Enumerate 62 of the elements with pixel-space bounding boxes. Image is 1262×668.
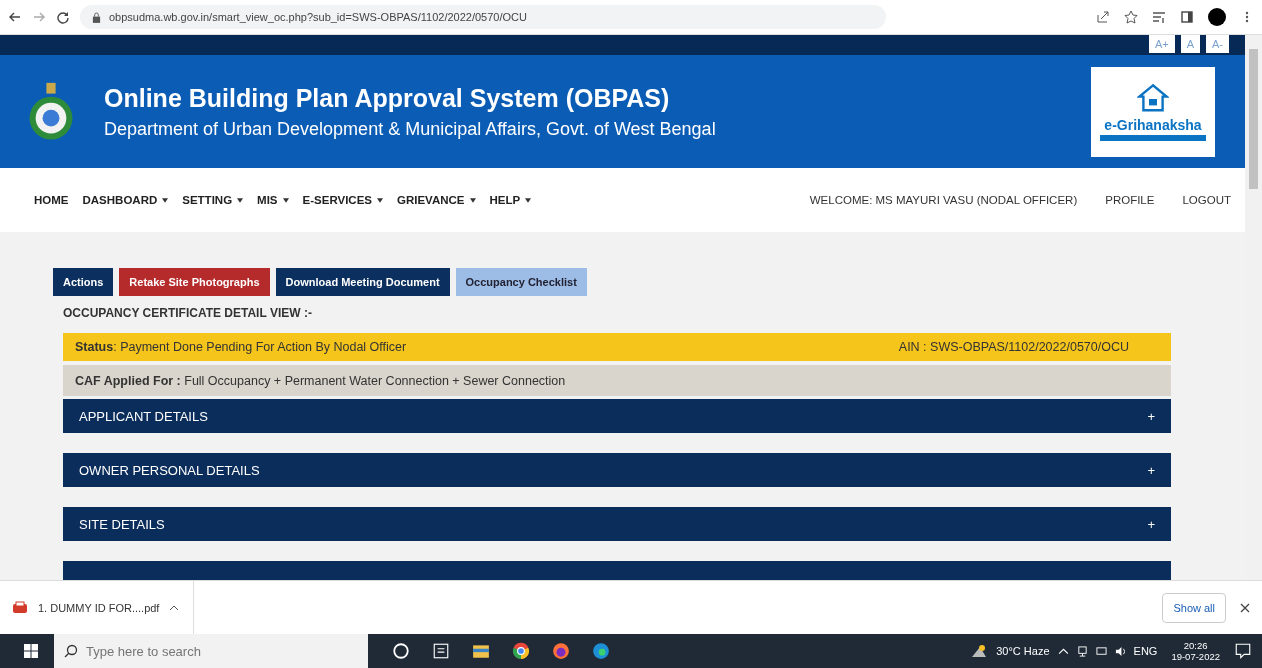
- site-subtitle: Department of Urban Development & Municipal Affairs, Govt. of West Bengal: [104, 118, 717, 140]
- clock[interactable]: 20:26 19-07-2022: [1171, 640, 1220, 662]
- panel-icon[interactable]: [1180, 10, 1194, 24]
- nav-menu-item[interactable]: SETTING: [182, 194, 244, 206]
- speaker-icon[interactable]: [1114, 645, 1126, 657]
- nav-menu-item[interactable]: DASHBOARD: [82, 194, 169, 206]
- weather-icon: [970, 642, 989, 660]
- action-button[interactable]: Actions: [53, 268, 114, 296]
- weather-text: 30°C Haze: [996, 645, 1050, 657]
- notification-icon[interactable]: [1234, 642, 1252, 660]
- logo-text: e-Grihanaksha: [1104, 116, 1202, 133]
- user-link[interactable]: LOGOUT: [1182, 194, 1231, 206]
- fox-browser-icon[interactable]: [552, 642, 570, 660]
- list-icon[interactable]: [1152, 10, 1166, 24]
- network-icon[interactable]: [1076, 645, 1088, 657]
- caret-icon: [237, 197, 244, 203]
- nav-menu-item[interactable]: E-SERVICES: [302, 194, 383, 206]
- circle-icon[interactable]: [392, 642, 410, 660]
- taskbar-search-field[interactable]: Type here to search: [86, 634, 368, 668]
- action-button[interactable]: Retake Site Photographs: [119, 268, 270, 296]
- pdf-icon: [12, 600, 28, 615]
- accordion-header[interactable]: SITE DETAILS +: [63, 507, 1171, 541]
- lock-icon: [92, 11, 101, 23]
- user-link[interactable]: PROFILE: [1105, 194, 1155, 206]
- section-title: OCCUPANCY CERTIFICATE DETAIL VIEW :-: [63, 306, 313, 320]
- nav-menu-item[interactable]: MIS: [257, 194, 289, 206]
- ain-text: AIN : SWS-OBPAS/1102/2022/0570/OCU: [898, 340, 1129, 354]
- action-button[interactable]: Download Meeting Document: [275, 268, 450, 296]
- caret-icon: [377, 197, 383, 203]
- caf-text: CAF Applied For : Full Occupancy + Permanent Water Connection + Sewer Connection: [75, 373, 566, 388]
- folder-icon[interactable]: [472, 642, 490, 660]
- chevron-up-icon: [169, 604, 180, 611]
- caret-icon: [162, 197, 169, 203]
- caret-icon: [525, 197, 532, 203]
- windows-icon[interactable]: [24, 644, 38, 658]
- language-indicator[interactable]: ENG: [1133, 645, 1158, 657]
- accordion-header[interactable]: APPLICANT DETAILS +: [63, 399, 1171, 433]
- browser-icon[interactable]: [512, 642, 530, 660]
- site-title: Online Building Plan Approval System (OBPAS): [104, 83, 671, 113]
- star-icon[interactable]: [1124, 10, 1138, 24]
- show-all-button[interactable]: Show all: [1162, 592, 1226, 623]
- task-view-icon[interactable]: [432, 642, 450, 660]
- welcome-text: WELCOME: MS MAYURI VASU (NODAL OFFICER): [809, 194, 1078, 206]
- monitor-icon[interactable]: [1095, 645, 1107, 657]
- reload-icon[interactable]: [56, 10, 70, 24]
- accordion-header[interactable]: OWNER PERSONAL DETAILS +: [63, 453, 1171, 487]
- close-icon[interactable]: [1240, 602, 1250, 613]
- caret-icon: [282, 197, 289, 203]
- url-text: obpsudma.wb.gov.in/smart_view_oc.php?sub_id=SWS-OBPAS/1102/2022/0570/OCU: [109, 11, 527, 23]
- share-icon[interactable]: [1096, 10, 1110, 24]
- chevron-up-icon[interactable]: [1057, 645, 1069, 657]
- nav-menu-item[interactable]: HELP: [489, 194, 532, 206]
- back-icon[interactable]: [8, 10, 22, 24]
- action-button[interactable]: Occupancy Checklist: [455, 268, 587, 296]
- address-bar[interactable]: obpsudma.wb.gov.in/smart_view_oc.php?sub_id=SWS-OBPAS/1102/2022/0570/OCU: [80, 5, 886, 29]
- caret-icon: [469, 197, 476, 203]
- wave-browser-icon[interactable]: [592, 642, 610, 660]
- profile-avatar[interactable]: [1208, 8, 1226, 26]
- nav-menu-item[interactable]: GRIEVANCE: [397, 194, 476, 206]
- nav-menu-item[interactable]: HOME: [34, 194, 69, 206]
- search-icon: [54, 634, 86, 668]
- status-text: Status: Payment Done Pending For Action By Nodal Officer: [75, 340, 407, 354]
